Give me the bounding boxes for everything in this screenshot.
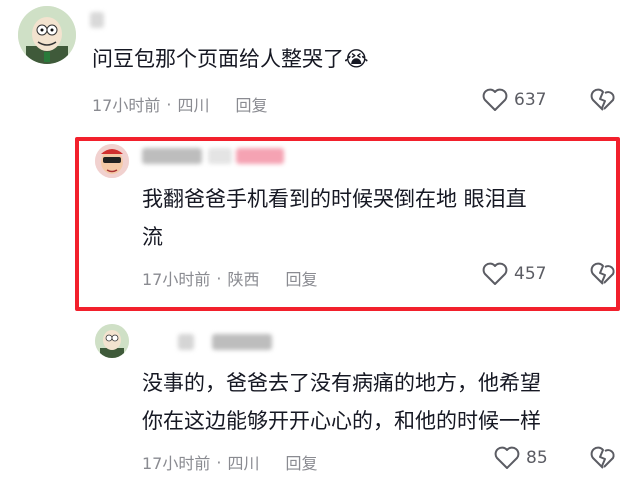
location: 陕西 bbox=[227, 270, 260, 289]
reply-button[interactable]: 回复 bbox=[285, 266, 317, 290]
meta-separator: · bbox=[216, 268, 222, 288]
comment-meta: 17小时前 · 四川 回复 bbox=[92, 92, 268, 116]
dislike-button[interactable] bbox=[590, 88, 616, 112]
reply-button[interactable]: 回复 bbox=[285, 450, 317, 474]
location: 四川 bbox=[177, 96, 210, 115]
username-redacted-3 bbox=[236, 148, 284, 164]
like-count: 85 bbox=[526, 448, 548, 468]
dislike-button[interactable] bbox=[590, 262, 616, 286]
comment-text-line-1: 我翻爸爸手机看到的时候哭倒在地 眼泪直 bbox=[142, 187, 527, 211]
avatar[interactable] bbox=[95, 144, 129, 178]
username-redacted bbox=[142, 148, 202, 164]
timestamp: 17小时前 bbox=[92, 96, 161, 115]
heart-icon bbox=[494, 446, 520, 470]
heart-icon bbox=[482, 262, 508, 286]
comment-1: 问豆包那个页面给人整哭了😭 17小时前 · 四川 回复 637 bbox=[0, 0, 640, 130]
comment-meta: 17小时前 · 四川 回复 bbox=[142, 450, 318, 474]
timestamp: 17小时前 bbox=[142, 454, 211, 473]
broken-heart-icon bbox=[590, 88, 615, 111]
comment-text-line-2: 你在这边能够开开心心的，和他的时候一样 bbox=[142, 409, 541, 433]
comment-text: 问豆包那个页面给人整哭了😭 bbox=[92, 47, 369, 71]
username-redacted-2 bbox=[208, 148, 232, 164]
meta-separator: · bbox=[216, 452, 222, 472]
comment-3: 没事的，爸爸去了没有病痛的地方，他希望 你在这边能够开开心心的，和他的时候一样 … bbox=[0, 320, 640, 484]
username-redacted bbox=[90, 12, 104, 28]
username-redacted bbox=[178, 334, 194, 350]
broken-heart-icon bbox=[590, 262, 615, 285]
meta-separator: · bbox=[166, 94, 172, 114]
like-count: 457 bbox=[514, 264, 547, 284]
timestamp: 17小时前 bbox=[142, 270, 211, 289]
like-button[interactable]: 637 bbox=[482, 88, 546, 112]
avatar[interactable] bbox=[18, 6, 76, 64]
like-button[interactable]: 85 bbox=[494, 446, 548, 470]
avatar[interactable] bbox=[95, 324, 129, 358]
heart-icon bbox=[482, 88, 508, 112]
like-button[interactable]: 457 bbox=[482, 262, 546, 286]
reply-button[interactable]: 回复 bbox=[235, 92, 267, 116]
comment-text-line-2: 流 bbox=[142, 225, 163, 249]
comment-2: 我翻爸爸手机看到的时候哭倒在地 眼泪直 流 17小时前 · 陕西 回复 457 bbox=[0, 140, 640, 310]
location: 四川 bbox=[227, 454, 260, 473]
broken-heart-icon bbox=[590, 446, 615, 469]
dislike-button[interactable] bbox=[590, 446, 616, 470]
username-redacted-2 bbox=[212, 334, 272, 350]
comment-meta: 17小时前 · 陕西 回复 bbox=[142, 266, 318, 290]
like-count: 637 bbox=[514, 90, 547, 110]
comment-text-line-1: 没事的，爸爸去了没有病痛的地方，他希望 bbox=[142, 371, 541, 395]
